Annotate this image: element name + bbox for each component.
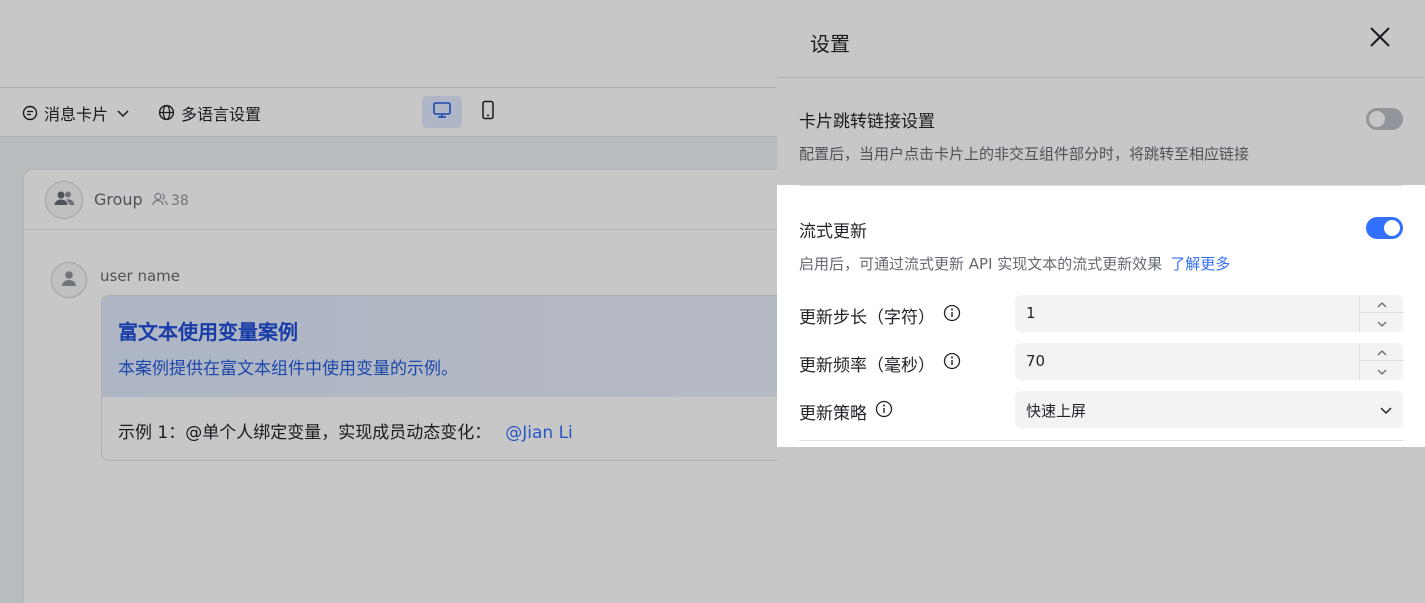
chevron-up-icon [1376,342,1388,361]
frequency-value: 70 [1026,352,1046,370]
chevron-down-icon [1376,313,1388,332]
streaming-description-text: 启用后，可通过流式更新 API 实现文本的流式更新效果 [799,255,1163,273]
step-stepper [1359,295,1404,332]
strategy-select[interactable]: 快速上屏 [1015,391,1403,428]
step-label: 更新步长（字符） [799,303,961,328]
settings-drawer: 设置 卡片跳转链接设置 配置后，当用户点击卡片上的非交互组件部分时，将跳转至相应… [777,0,1425,603]
toggle-knob [1384,220,1400,236]
strategy-label: 更新策略 [799,399,893,424]
drawer-overlay-top [777,0,1425,185]
step-increment-button[interactable] [1360,295,1404,313]
step-label-text: 更新步长（字符） [799,308,935,328]
step-value: 1 [1026,304,1036,322]
step-decrement-button[interactable] [1360,313,1404,331]
frequency-label: 更新频率（毫秒） [799,351,961,376]
section-divider [799,185,1403,186]
chevron-down-icon [1376,361,1388,380]
frequency-label-text: 更新频率（毫秒） [799,356,935,376]
info-icon[interactable] [875,400,893,423]
strategy-label-text: 更新策略 [799,404,867,424]
frequency-input[interactable]: 70 [1015,343,1404,380]
streaming-toggle[interactable] [1366,217,1403,239]
frequency-increment-button[interactable] [1360,343,1404,361]
strategy-value: 快速上屏 [1026,402,1087,420]
chevron-down-icon [1379,402,1393,421]
learn-more-link[interactable]: 了解更多 [1170,255,1230,273]
info-icon[interactable] [943,304,961,327]
info-icon[interactable] [943,352,961,375]
chevron-up-icon [1376,294,1388,313]
drawer-overlay-bottom [777,447,1425,603]
section-divider [799,440,1403,441]
frequency-stepper [1359,343,1404,380]
streaming-title: 流式更新 [799,222,867,242]
frequency-decrement-button[interactable] [1360,361,1404,379]
step-input[interactable]: 1 [1015,295,1404,332]
streaming-description: 启用后，可通过流式更新 API 实现文本的流式更新效果 了解更多 [799,253,1230,274]
